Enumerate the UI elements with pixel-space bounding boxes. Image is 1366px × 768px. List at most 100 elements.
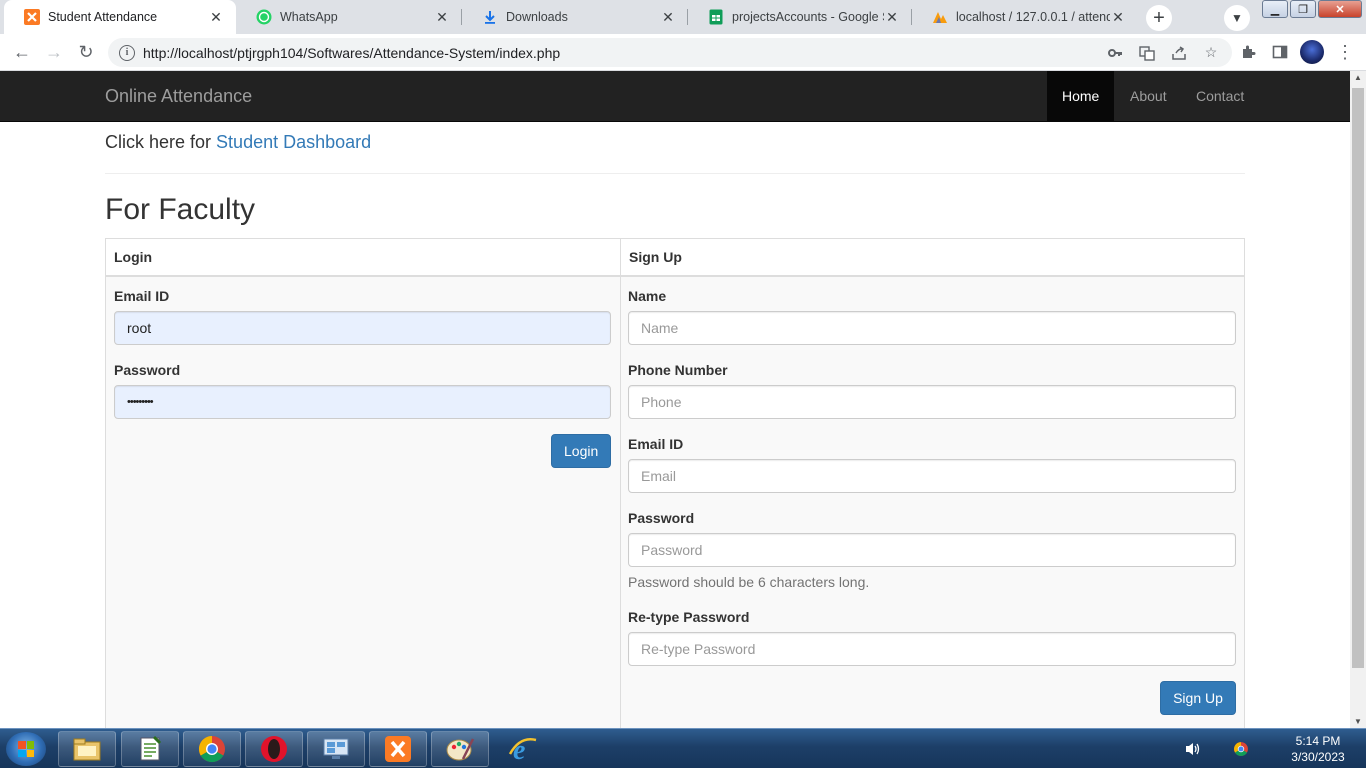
tab-title: localhost / 127.0.0.1 / attendan	[956, 10, 1110, 24]
signup-name-input[interactable]: Name	[628, 311, 1236, 345]
signup-email-input[interactable]: Email	[628, 459, 1236, 493]
minimize-button[interactable]: ▁	[1262, 0, 1288, 18]
tab-title: WhatsApp	[280, 10, 338, 24]
close-icon[interactable]: ✕	[208, 9, 224, 26]
page-title: For Faculty	[105, 193, 256, 226]
close-icon[interactable]: ✕	[1110, 9, 1126, 26]
tab-google-sheets[interactable]: projectsAccounts - Google She ✕	[688, 0, 912, 34]
taskbar-internet-explorer[interactable]: e	[493, 731, 551, 767]
login-email-label: Email ID	[114, 288, 170, 304]
tab-search-button[interactable]: ▼	[1224, 5, 1250, 31]
student-dashboard-link[interactable]: Student Dashboard	[216, 132, 371, 152]
table-header: Login Sign Up	[106, 239, 1244, 277]
volume-icon[interactable]	[1182, 729, 1204, 768]
tab-downloads[interactable]: Downloads ✕	[462, 0, 688, 34]
close-window-button[interactable]: ✕	[1318, 0, 1362, 18]
scrollbar-thumb[interactable]	[1352, 88, 1364, 668]
opera-icon	[261, 736, 287, 762]
column-separator	[620, 239, 621, 728]
key-icon[interactable]	[1104, 42, 1126, 64]
login-password-input[interactable]: •••••••••	[114, 385, 611, 419]
paint-icon	[446, 738, 475, 761]
signup-password-input[interactable]: Password	[628, 533, 1236, 567]
taskbar-file-explorer[interactable]	[58, 731, 116, 767]
password-help-text: Password should be 6 characters long.	[628, 574, 870, 590]
download-icon	[482, 9, 498, 25]
taskbar: e 5:14 PM 3/30/2023	[0, 728, 1366, 768]
signup-button[interactable]: Sign Up	[1160, 681, 1236, 715]
remote-desktop-icon	[323, 738, 349, 759]
url-text[interactable]: http://localhost/ptjrgph104/Softwares/At…	[143, 45, 1104, 61]
taskbar-opera[interactable]	[245, 731, 303, 767]
phpmyadmin-icon	[932, 9, 948, 25]
scroll-down-icon[interactable]: ▼	[1354, 717, 1362, 726]
extensions-icon[interactable]	[1237, 41, 1259, 63]
more-menu-icon[interactable]: ⋮	[1336, 40, 1354, 64]
whatsapp-icon	[256, 9, 272, 25]
chrome-tray-icon[interactable]	[1230, 729, 1252, 768]
divider	[105, 173, 1245, 174]
system-clock[interactable]: 5:14 PM 3/30/2023	[1280, 733, 1356, 765]
close-icon[interactable]: ✕	[660, 9, 676, 26]
reload-icon: ↻	[78, 41, 94, 62]
taskbar-chrome[interactable]	[183, 731, 241, 767]
plus-icon: +	[1153, 6, 1165, 29]
new-tab-button[interactable]: +	[1146, 5, 1172, 31]
start-button[interactable]	[6, 732, 46, 766]
email-placeholder: Email	[641, 468, 677, 484]
tab-student-attendance[interactable]: Student Attendance ✕	[4, 0, 236, 34]
internet-explorer-icon: e	[508, 735, 537, 764]
password-placeholder: Password	[641, 542, 703, 558]
arrow-right-icon: →	[45, 41, 63, 62]
xampp-icon	[24, 9, 40, 25]
close-icon[interactable]: ✕	[434, 9, 450, 26]
taskbar-paint[interactable]	[431, 731, 489, 767]
taskbar-xampp[interactable]	[369, 731, 427, 767]
student-dashboard-prompt: Click here for Student Dashboard	[105, 132, 371, 153]
translate-icon[interactable]	[1136, 42, 1158, 64]
reload-button[interactable]: ↻	[74, 40, 98, 64]
arrow-left-icon: ←	[13, 41, 31, 62]
nav-home[interactable]: Home	[1047, 71, 1115, 121]
tab-whatsapp[interactable]: WhatsApp ✕	[236, 0, 462, 34]
vertical-scrollbar[interactable]: ▲ ▼	[1350, 71, 1366, 728]
signup-phone-input[interactable]: Phone	[628, 385, 1236, 419]
signup-retype-input[interactable]: Re-type Password	[628, 632, 1236, 666]
taskbar-notepad[interactable]	[121, 731, 179, 767]
prompt-text: Click here for	[105, 132, 212, 152]
clock-time: 5:14 PM	[1295, 734, 1341, 748]
clock-date: 3/30/2023	[1291, 750, 1345, 764]
login-password-label: Password	[114, 362, 181, 378]
profile-avatar[interactable]	[1300, 40, 1324, 64]
scroll-up-icon[interactable]: ▲	[1354, 73, 1362, 82]
taskbar-remote-desktop[interactable]	[307, 731, 365, 767]
navbar-brand[interactable]: Online Attendance	[105, 86, 252, 107]
info-icon[interactable]: i	[119, 44, 135, 61]
nav-about[interactable]: About	[1115, 71, 1182, 121]
back-button[interactable]: ←	[10, 40, 34, 64]
page-viewport: Online Attendance Home About Contact Cli…	[0, 71, 1350, 728]
windows-logo-icon	[18, 741, 34, 757]
retype-placeholder: Re-type Password	[641, 641, 756, 657]
tab-title: Downloads	[506, 10, 568, 24]
share-icon[interactable]	[1168, 42, 1190, 64]
signup-password-label: Password	[628, 510, 695, 526]
name-placeholder: Name	[641, 320, 679, 336]
tab-phpmyadmin[interactable]: localhost / 127.0.0.1 / attendan ✕	[912, 0, 1138, 34]
login-header: Login	[114, 249, 153, 265]
nav-contact[interactable]: Contact	[1181, 71, 1259, 121]
tab-title: Student Attendance	[48, 10, 158, 24]
tab-strip: Student Attendance ✕ WhatsApp ✕ Download…	[0, 0, 1366, 34]
signup-retype-label: Re-type Password	[628, 609, 750, 625]
bookmark-star-icon[interactable]: ☆	[1200, 42, 1222, 64]
phone-placeholder: Phone	[641, 394, 682, 410]
chevron-down-icon: ▼	[1231, 11, 1243, 25]
xampp-icon	[385, 736, 411, 762]
login-email-input[interactable]: root	[114, 311, 611, 345]
forward-button[interactable]: →	[42, 40, 66, 64]
close-icon[interactable]: ✕	[884, 9, 900, 26]
login-button[interactable]: Login	[551, 434, 611, 468]
address-bar[interactable]: i http://localhost/ptjrgph104/Softwares/…	[108, 38, 1232, 67]
restore-button[interactable]: ❐	[1290, 0, 1316, 18]
side-panel-icon[interactable]	[1269, 41, 1291, 63]
